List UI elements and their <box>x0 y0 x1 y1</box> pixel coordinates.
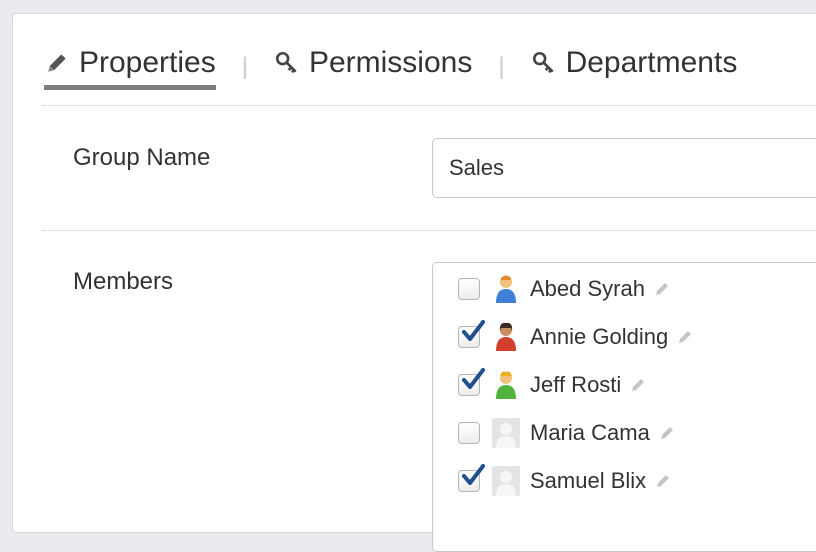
member-name: Samuel Blix <box>530 468 647 493</box>
member-checkbox[interactable] <box>458 278 480 300</box>
edit-pencil-icon[interactable] <box>629 376 647 394</box>
edit-pencil-icon[interactable] <box>653 280 671 298</box>
key-icon <box>275 51 297 74</box>
checkmark-icon <box>462 320 485 341</box>
tab-bar: Properties | Permissions | Departments <box>44 44 737 90</box>
edit-pencil-icon[interactable] <box>654 472 672 490</box>
edit-pencil-icon[interactable] <box>676 328 694 346</box>
members-label: Members <box>73 268 174 295</box>
key-icon <box>532 51 554 74</box>
group-name-label: Group Name <box>73 144 211 171</box>
tab-properties-label: Properties <box>79 46 216 79</box>
member-item: Abed Syrah <box>458 272 671 306</box>
group-editor-panel: Properties | Permissions | Departments G… <box>12 13 816 552</box>
group-name-input[interactable] <box>432 138 816 198</box>
members-list[interactable]: Abed Syrah Annie Golding Jeff Rosti Mari… <box>432 262 816 552</box>
member-name: Abed Syrah <box>530 276 645 301</box>
member-checkbox[interactable] <box>458 422 480 444</box>
member-item: Annie Golding <box>458 320 694 354</box>
member-item: Jeff Rosti <box>458 368 647 402</box>
member-checkbox[interactable] <box>458 320 485 348</box>
member-name: Annie Golding <box>530 324 669 349</box>
tab-separator: | <box>241 53 248 80</box>
tab-separator: | <box>498 53 505 80</box>
blue-person-avatar <box>496 275 516 303</box>
tab-departments[interactable]: Departments <box>531 44 738 82</box>
pencil-icon <box>48 54 66 72</box>
checkmark-icon <box>462 368 485 389</box>
divider <box>43 230 816 231</box>
edit-pencil-icon[interactable] <box>658 424 676 442</box>
checkmark-icon <box>462 464 485 485</box>
divider <box>43 105 816 106</box>
red-person-avatar <box>496 322 516 351</box>
member-name: Jeff Rosti <box>530 372 622 397</box>
tab-permissions[interactable]: Permissions <box>274 44 472 82</box>
tab-permissions-label: Permissions <box>308 46 473 79</box>
green-person-avatar <box>496 371 516 399</box>
member-checkbox[interactable] <box>458 464 485 492</box>
tab-departments-label: Departments <box>565 46 738 79</box>
placeholder-avatar <box>492 466 520 496</box>
placeholder-avatar <box>492 418 520 448</box>
tab-properties[interactable]: Properties <box>44 44 216 90</box>
member-checkbox[interactable] <box>458 368 485 396</box>
member-name: Maria Cama <box>530 420 650 445</box>
member-item: Samuel Blix <box>458 464 672 498</box>
member-item: Maria Cama <box>458 416 676 450</box>
